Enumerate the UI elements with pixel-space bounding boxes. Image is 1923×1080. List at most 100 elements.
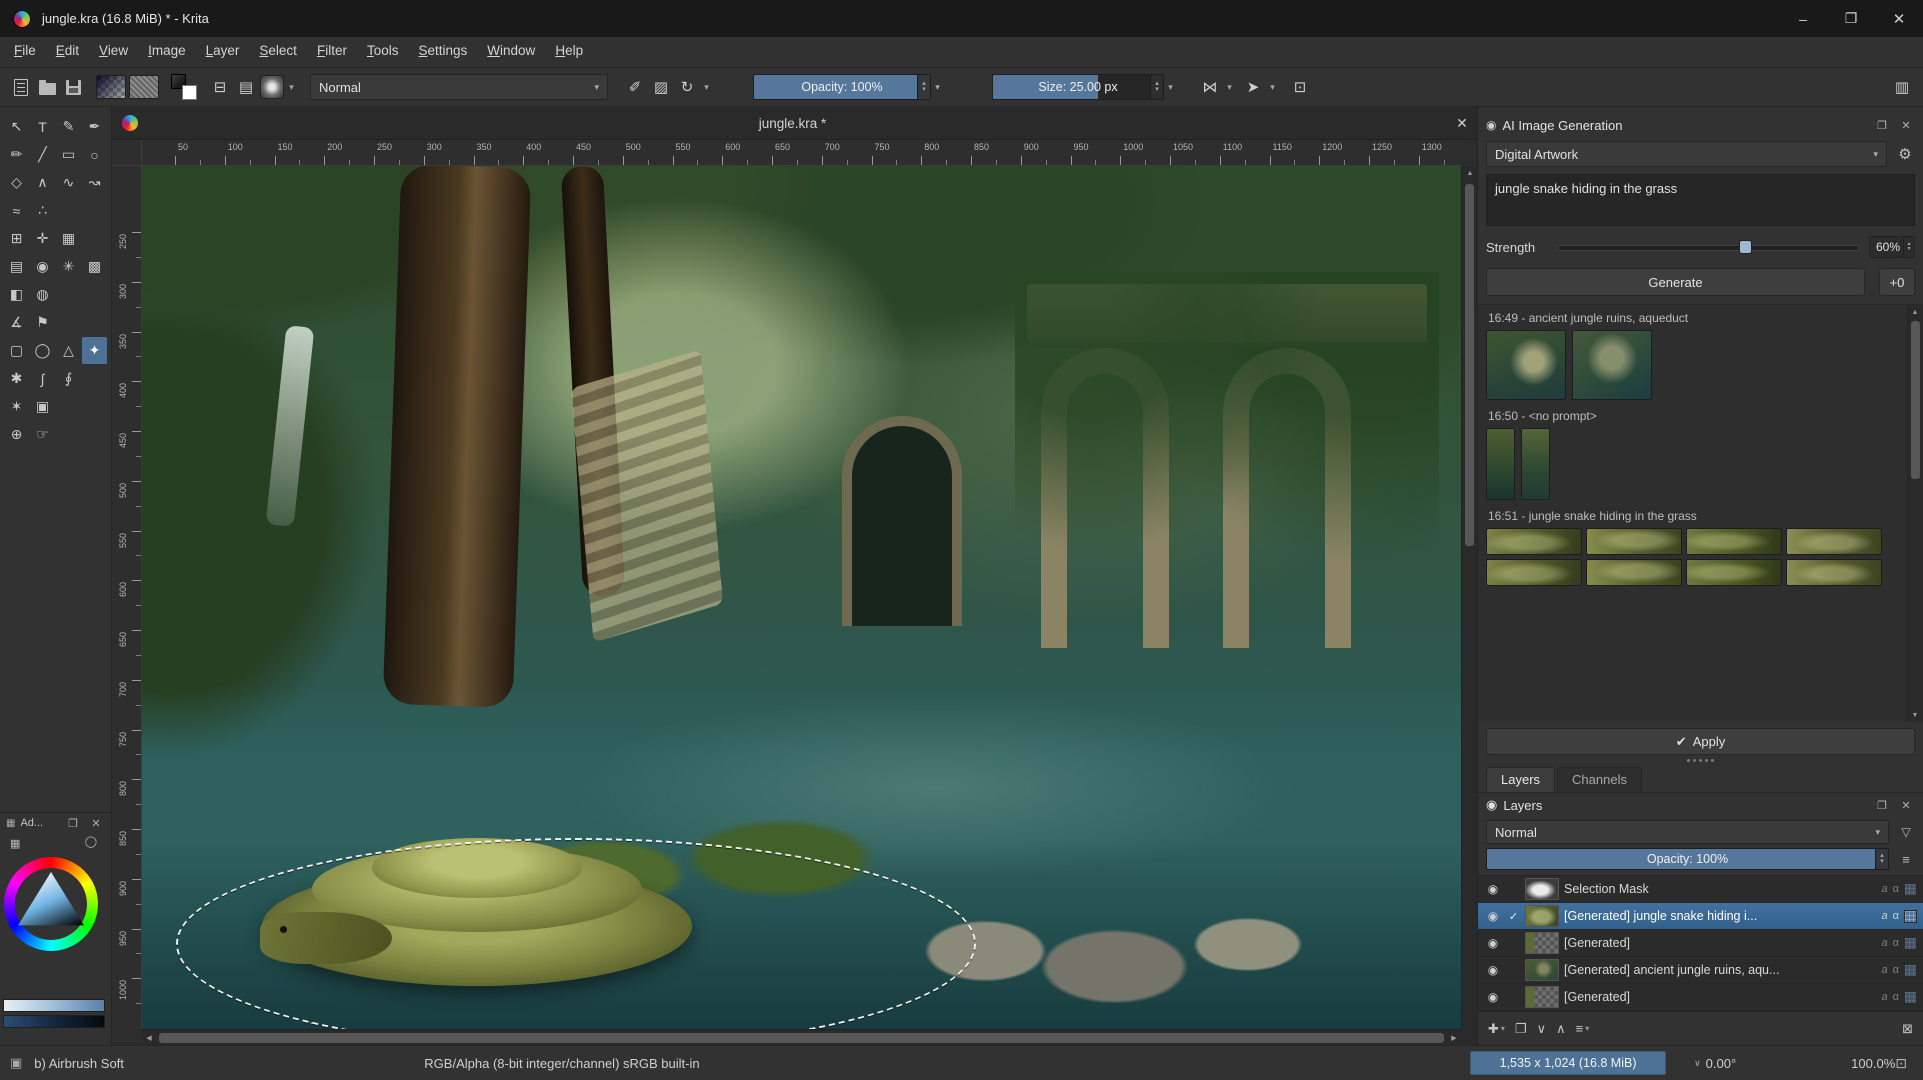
move-tool[interactable]: ✛ [30, 225, 55, 252]
horizontal-scrollbar-thumb[interactable] [159, 1033, 1444, 1043]
choose-workspace-button[interactable]: ⊟ [207, 74, 233, 100]
line-tool[interactable]: ╱ [30, 141, 55, 168]
apply-button[interactable]: ✔ Apply [1486, 728, 1915, 755]
measure-tool[interactable]: ⚑ [30, 309, 55, 336]
smart-patch-tool[interactable]: ✳ [56, 253, 81, 280]
generation-thumbnail[interactable] [1486, 428, 1515, 500]
pattern-options-button[interactable]: ▤ [233, 74, 259, 100]
panel-tab[interactable]: Channels [1557, 767, 1642, 792]
enclose-fill-tool[interactable]: ◍ [30, 281, 55, 308]
visibility-eye-icon[interactable]: ◉ [1484, 963, 1502, 977]
generation-thumbnail[interactable] [1686, 559, 1782, 586]
reference-images-tool[interactable]: ▣ [30, 393, 55, 420]
mirror-horizontal-button[interactable]: ⋈ [1197, 74, 1223, 100]
wraparound-mode-button[interactable]: ➤ [1240, 74, 1266, 100]
menu-item[interactable]: Filter [307, 37, 357, 67]
dynamic-brush-tool[interactable]: ≈ [4, 197, 29, 224]
visibility-eye-icon[interactable]: ◉ [1484, 909, 1502, 923]
close-panel-icon[interactable]: ✕ [1897, 119, 1915, 132]
pan-tool[interactable]: ☞ [30, 421, 55, 448]
polyline-tool[interactable]: ∧ [30, 169, 55, 196]
layer-options-menu-icon[interactable]: ≡ [1897, 852, 1915, 867]
gradient-tool[interactable]: ▤ [4, 253, 29, 280]
layer-row[interactable]: ◉ ✓ [Generated] jungle snake hiding i...… [1478, 903, 1923, 930]
foreground-select-tool[interactable]: ✶ [4, 393, 29, 420]
generation-thumbnail[interactable] [1486, 330, 1566, 400]
menu-item[interactable]: Window [477, 37, 545, 67]
text-tool[interactable]: T [30, 113, 55, 140]
edit-shapes-tool[interactable]: ✎ [56, 113, 81, 140]
crop-tool[interactable]: ▦ [56, 225, 81, 252]
generation-thumbnail[interactable] [1586, 559, 1682, 586]
visibility-eye-icon[interactable]: ◉ [1484, 882, 1502, 896]
visibility-eye-icon[interactable]: ◉ [1484, 990, 1502, 1004]
menu-item[interactable]: Settings [408, 37, 477, 67]
mirror-dropdown-icon[interactable]: ▾ [1223, 82, 1236, 93]
scroll-right-icon[interactable]: ▶ [1447, 1031, 1461, 1045]
brush-size-spinner[interactable]: ▴▾ [1150, 75, 1163, 99]
menu-item[interactable]: Help [545, 37, 593, 67]
horizontal-ruler[interactable]: 5010015020025030035040045050055060065070… [142, 140, 1461, 166]
brush-size-slider[interactable]: Size: 25.00 px ▴▾ [992, 74, 1164, 100]
zoom-tool[interactable]: ⊕ [4, 421, 29, 448]
generation-thumbnail[interactable] [1572, 330, 1652, 400]
similar-color-selection-tool[interactable]: ✱ [4, 365, 29, 392]
layer-row[interactable]: ◉ ✓ [Generated] a α [1478, 930, 1923, 957]
workspace-chooser-button[interactable]: ▥ [1889, 74, 1915, 100]
bezier-selection-tool[interactable]: ∫ [30, 365, 55, 392]
shape-select-tool[interactable]: ↖ [4, 113, 29, 140]
new-document-button[interactable] [8, 74, 34, 100]
layer-row[interactable]: ◉ ✓ [Generated] a α [1478, 984, 1923, 1011]
duplicate-layer-button[interactable]: ❐ [1515, 1021, 1527, 1037]
canvas-only-mode-icon[interactable]: ⊡ [1895, 1055, 1907, 1072]
menu-item[interactable]: Tools [357, 37, 409, 67]
vertical-scrollbar-thumb[interactable] [1465, 184, 1474, 546]
history-scrollbar-thumb[interactable] [1911, 321, 1920, 479]
canvas-horizontal-scrollbar[interactable]: ◀ ▶ [142, 1029, 1461, 1045]
restore-button[interactable]: ❐ [1827, 0, 1875, 37]
queue-count-button[interactable]: +0 [1879, 268, 1915, 296]
generation-thumbnail[interactable] [1521, 428, 1550, 500]
scroll-up-icon[interactable]: ▲ [1908, 305, 1922, 319]
close-button[interactable]: ✕ [1875, 0, 1923, 37]
mesh-gradient-tool[interactable]: ▩ [82, 253, 107, 280]
history-scrollbar[interactable]: ▲ ▼ [1907, 305, 1923, 722]
document-close-icon[interactable]: ✕ [1447, 115, 1477, 132]
add-layer-button[interactable]: ✚▾ [1488, 1021, 1505, 1037]
strength-slider-handle[interactable] [1739, 240, 1752, 254]
polygon-tool[interactable]: ◇ [4, 169, 29, 196]
multibrush-tool[interactable]: ∴ [30, 197, 55, 224]
trim-to-image-button[interactable]: ⊡ [1287, 74, 1313, 100]
menu-item[interactable]: Edit [46, 37, 89, 67]
opacity-spinner[interactable]: ▴▾ [917, 75, 930, 99]
canvas-rotation-widget[interactable]: ∨ 0.00° [1694, 1056, 1736, 1071]
panel-tab[interactable]: Layers [1486, 767, 1555, 792]
strength-spinner[interactable]: ▴▾ [1903, 237, 1914, 257]
generation-thumbnail[interactable] [1486, 528, 1582, 555]
float-docker-icon[interactable]: ❐ [64, 817, 82, 830]
brush-options-dropdown-icon[interactable]: ▾ [700, 82, 713, 93]
polygonal-selection-tool[interactable]: △ [56, 337, 81, 364]
move-layer-up-button[interactable]: ∧ [1556, 1021, 1566, 1037]
prompt-input[interactable]: jungle snake hiding in the grass [1486, 174, 1915, 226]
bezier-curve-tool[interactable]: ∿ [56, 169, 81, 196]
contiguous-selection-tool[interactable]: ✦ [82, 337, 107, 364]
color-wheel[interactable] [4, 857, 98, 951]
eraser-mode-button[interactable]: ✐ [622, 74, 648, 100]
generation-thumbnail[interactable] [1786, 559, 1882, 586]
visibility-eye-icon[interactable]: ◉ [1484, 936, 1502, 950]
menu-item[interactable]: File [4, 37, 46, 67]
zoom-level-value[interactable]: 100.0% [1851, 1056, 1895, 1071]
gear-icon[interactable]: ⚙ [1895, 145, 1915, 163]
brush-size-dropdown-icon[interactable]: ▾ [1164, 82, 1177, 93]
strength-value-box[interactable]: 60% ▴▾ [1869, 236, 1915, 258]
blending-mode-dropdown[interactable]: Normal ▾ [310, 74, 608, 100]
rectangle-tool[interactable]: ▭ [56, 141, 81, 168]
rectangular-selection-tool[interactable]: ▢ [4, 337, 29, 364]
generation-thumbnail[interactable] [1486, 559, 1582, 586]
menu-item[interactable]: Layer [196, 37, 250, 67]
layer-blending-mode-dropdown[interactable]: Normal ▾ [1486, 820, 1889, 844]
elliptical-selection-tool[interactable]: ◯ [30, 337, 55, 364]
menu-item[interactable]: Image [138, 37, 196, 67]
layer-opacity-slider[interactable]: Opacity: 100% ▴▾ [1486, 848, 1889, 870]
